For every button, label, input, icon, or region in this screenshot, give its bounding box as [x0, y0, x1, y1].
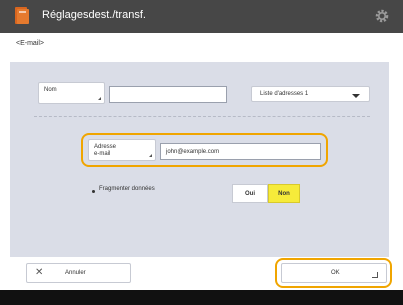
- bullet-icon: [92, 190, 95, 193]
- email-button-label-2: e-mail: [94, 151, 111, 157]
- enter-icon: [372, 272, 378, 278]
- name-button[interactable]: Nom: [38, 82, 105, 104]
- ok-button[interactable]: OK: [281, 263, 387, 283]
- window-title: Réglagesdest./transf.: [42, 9, 146, 21]
- fragment-oui-button[interactable]: Oui: [232, 184, 268, 203]
- corner-arrow-icon: [98, 97, 101, 100]
- email-button-label-1: Adresse: [94, 144, 117, 150]
- address-list-value: Liste d'adresses 1: [260, 91, 309, 97]
- close-icon: ✕: [35, 267, 44, 278]
- email-address-button[interactable]: Adresse e-mail: [88, 139, 156, 161]
- cancel-button[interactable]: ✕ Annuler: [26, 263, 131, 283]
- corner-arrow-icon: [149, 154, 152, 157]
- gear-icon[interactable]: [374, 8, 390, 24]
- breadcrumb: <E-mail>: [16, 40, 45, 47]
- divider: [34, 116, 370, 117]
- cancel-label: Annuler: [65, 270, 86, 276]
- ok-label: OK: [331, 270, 340, 276]
- chevron-down-icon: [352, 94, 360, 98]
- name-button-label: Nom: [44, 87, 57, 93]
- email-field-value: john@example.com: [166, 148, 220, 155]
- bottom-bar: [0, 290, 403, 305]
- email-field[interactable]: john@example.com: [160, 143, 321, 160]
- fragment-label: Fragmenter données: [99, 186, 155, 192]
- address-book-icon: [15, 7, 29, 24]
- title-bar: Réglagesdest./transf.: [0, 0, 403, 33]
- address-list-dropdown[interactable]: Liste d'adresses 1: [251, 86, 370, 102]
- name-field[interactable]: [109, 86, 227, 103]
- fragment-non-button[interactable]: Non: [268, 184, 300, 203]
